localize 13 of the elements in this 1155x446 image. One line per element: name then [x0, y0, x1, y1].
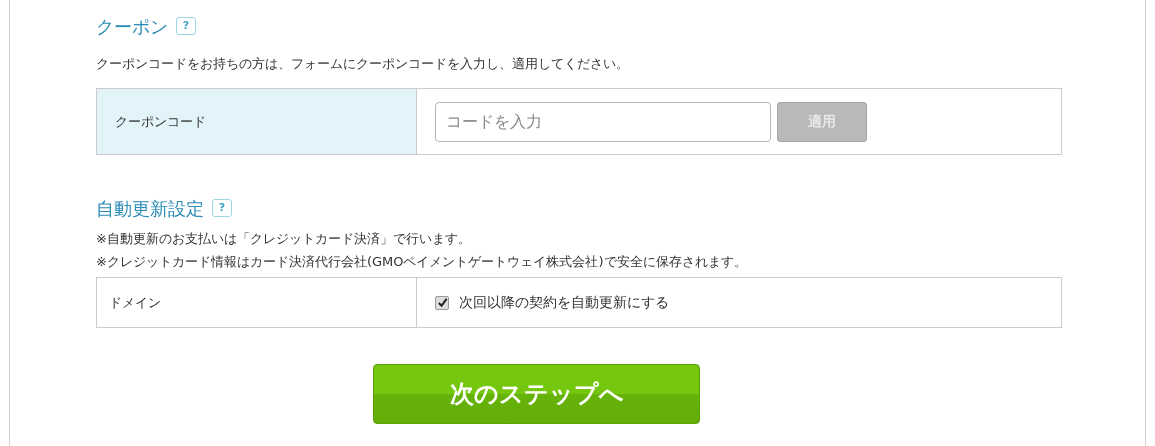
note-text: ※クレジットカード情報はカード決済代行会社(GMOペイメントゲートウェイ株式会社)で安全に保存されます。 — [96, 253, 748, 271]
checkbox[interactable] — [435, 295, 449, 310]
help-badge[interactable]: ? — [176, 17, 196, 35]
next-step-button[interactable]: 次のステップへ — [373, 364, 700, 424]
note-text: ※自動更新のお支払いは「クレジットカード決済」で行います。 — [96, 230, 472, 248]
field-label: ドメイン — [109, 293, 161, 312]
section-title: クーポン — [96, 14, 168, 39]
section-title: 自動更新設定 — [96, 196, 204, 221]
description: クーポンコードをお持ちの方は、フォームにクーポンコードを入力し、適用してください。 — [96, 55, 630, 73]
coupon-code-field[interactable]: コードを入力 — [435, 101, 771, 142]
field-label: クーポンコード — [115, 112, 206, 131]
checkbox-label[interactable]: 次回以降の契約を自動更新にする — [459, 292, 669, 313]
help-badge[interactable]: ? — [212, 199, 232, 217]
